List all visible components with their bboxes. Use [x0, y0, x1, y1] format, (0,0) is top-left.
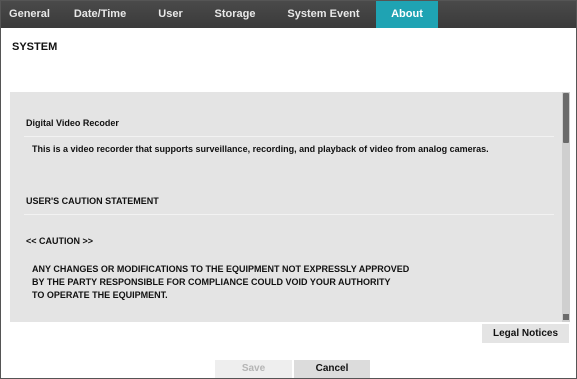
scrollbar-thumb[interactable]: [563, 93, 569, 143]
caution-line: TO OPERATE THE EQUIPMENT.: [32, 290, 168, 300]
caution-label: << CAUTION >>: [26, 236, 94, 246]
tab-bar: General Date/Time User Storage System Ev…: [1, 1, 576, 28]
cancel-button[interactable]: Cancel: [294, 360, 370, 378]
product-description: This is a video recorder that supports s…: [32, 144, 489, 154]
tab-storage[interactable]: Storage: [199, 1, 271, 28]
caution-line: BY THE PARTY RESPONSIBLE FOR COMPLIANCE …: [32, 277, 391, 287]
tab-general[interactable]: General: [1, 1, 58, 28]
about-content-panel[interactable]: Digital Video Recoder This is a video re…: [10, 92, 570, 322]
caution-line: ANY CHANGES OR MODIFICATIONS TO THE EQUI…: [32, 264, 410, 274]
vertical-scrollbar[interactable]: [562, 92, 570, 322]
caution-heading: USER'S CAUTION STATEMENT: [26, 196, 159, 206]
product-heading: Digital Video Recoder: [26, 118, 119, 128]
tab-date-time[interactable]: Date/Time: [58, 1, 142, 28]
tab-user[interactable]: User: [142, 1, 199, 28]
section-title: SYSTEM: [12, 41, 58, 53]
scrollbar-end-cap: [563, 314, 569, 320]
save-button[interactable]: Save: [215, 360, 292, 378]
tab-about[interactable]: About: [376, 1, 438, 28]
divider: [24, 136, 554, 137]
tab-system-event[interactable]: System Event: [271, 1, 376, 28]
legal-notices-button[interactable]: Legal Notices: [482, 324, 569, 343]
divider: [24, 214, 554, 215]
about-content: Digital Video Recoder This is a video re…: [10, 92, 555, 322]
